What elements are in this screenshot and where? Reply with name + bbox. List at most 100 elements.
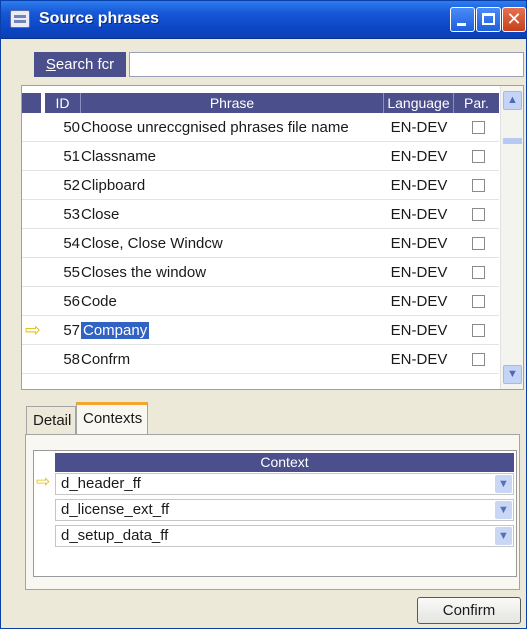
search-label-hotkey: S	[45, 56, 56, 73]
context-select[interactable]: d_setup_data_ff ▼	[55, 525, 514, 547]
current-row-arrow-icon: ⇨	[36, 472, 51, 491]
context-select[interactable]: d_header_ff ▼	[55, 473, 514, 495]
minimize-icon	[457, 23, 466, 26]
cell-par	[454, 172, 499, 200]
cell-language: EN-DEV	[390, 322, 448, 339]
confirm-button[interactable]: Confirm	[417, 597, 521, 624]
cell-id: 52	[63, 177, 80, 194]
row-indicator	[22, 230, 58, 258]
maximize-button[interactable]	[476, 7, 501, 32]
row-indicator	[22, 201, 58, 229]
context-value: d_license_ext_ff	[61, 501, 170, 518]
row-indicator: ⇨	[22, 317, 58, 345]
cell-id: 54	[63, 235, 80, 252]
par-checkbox[interactable]	[472, 121, 485, 134]
chevron-down-icon: ▼	[507, 368, 518, 380]
minimize-button[interactable]	[450, 7, 475, 32]
table-row-selected[interactable]: ⇨ 57 Company EN-DEV	[22, 317, 499, 345]
dropdown-button[interactable]: ▼	[495, 527, 512, 545]
cell-phrase: Choose unreccgnised phrases file name	[81, 119, 349, 136]
cell-id: 53	[63, 206, 80, 223]
vertical-scrollbar[interactable]: ▲ ▼	[500, 86, 523, 389]
par-checkbox[interactable]	[472, 353, 485, 366]
cell-language: EN-DEV	[390, 235, 448, 252]
search-label: Search fcr	[34, 52, 126, 77]
par-checkbox[interactable]	[472, 150, 485, 163]
cell-id: 56	[63, 293, 80, 310]
title-bar[interactable]: Source phrases ✕	[1, 1, 526, 39]
selected-phrase-text[interactable]: Company	[81, 322, 150, 339]
source-phrases-window: Source phrases ✕ Search fcr ID Phrase La…	[0, 0, 527, 629]
column-header-id[interactable]: ID	[45, 93, 81, 113]
cell-par	[454, 317, 499, 345]
par-checkbox[interactable]	[472, 208, 485, 221]
table-row[interactable]: 53 Close EN-DEV	[22, 201, 499, 229]
table-row[interactable]: 50 Choose unreccgnised phrases file name…	[22, 114, 499, 142]
search-input[interactable]	[129, 52, 524, 77]
search-row: Search fcr	[34, 52, 524, 77]
column-header-context[interactable]: Context	[55, 453, 514, 472]
context-row[interactable]: ⇨ d_header_ff ▼	[34, 471, 516, 497]
table-row[interactable]: 58 Confrm EN-DEV	[22, 346, 499, 374]
column-header-par[interactable]: Par.	[454, 93, 499, 113]
column-header-phrase[interactable]: Phrase	[81, 93, 384, 113]
cell-language: EN-DEV	[390, 206, 448, 223]
dropdown-button[interactable]: ▼	[495, 501, 512, 519]
row-indicator	[22, 346, 58, 374]
cell-par	[454, 143, 499, 171]
par-checkbox[interactable]	[472, 324, 485, 337]
par-checkbox[interactable]	[472, 295, 485, 308]
close-button[interactable]: ✕	[502, 7, 526, 32]
cell-id: 58	[63, 351, 80, 368]
cell-phrase: Clipboard	[81, 177, 146, 194]
context-row[interactable]: d_license_ext_ff ▼	[34, 497, 516, 523]
cell-phrase: Close	[81, 206, 120, 223]
table-row[interactable]: 54 Close, Close Windcw EN-DEV	[22, 230, 499, 258]
table-row[interactable]: 55 Closes the window EN-DEV	[22, 259, 499, 287]
table-row[interactable]: 52 Clipboard EN-DEV	[22, 172, 499, 200]
cell-id: 50	[63, 119, 80, 136]
maximize-icon	[482, 13, 495, 25]
phrases-grid-header: ID Phrase Language Par.	[22, 93, 499, 113]
cell-id: 55	[63, 264, 80, 281]
cell-par	[454, 259, 499, 287]
close-icon: ✕	[506, 9, 522, 29]
app-window-icon[interactable]	[10, 10, 30, 28]
chevron-up-icon: ▲	[507, 94, 518, 106]
cell-language: EN-DEV	[390, 119, 448, 136]
context-value: d_header_ff	[61, 475, 141, 492]
par-checkbox[interactable]	[472, 237, 485, 250]
row-indicator	[22, 259, 58, 287]
tab-contexts[interactable]: Contexts	[76, 402, 148, 435]
context-row[interactable]: d_setup_data_ff ▼	[34, 523, 516, 549]
cell-phrase: Classname	[81, 148, 157, 165]
table-row[interactable]: 51 Classname EN-DEV	[22, 143, 499, 171]
scroll-thumb[interactable]	[503, 138, 522, 144]
context-select[interactable]: d_license_ext_ff ▼	[55, 499, 514, 521]
chevron-down-icon: ▼	[498, 478, 509, 490]
search-label-text: earch fcr	[55, 56, 115, 73]
current-row-arrow-icon: ⇨	[25, 320, 41, 341]
par-checkbox[interactable]	[472, 266, 485, 279]
row-indicator	[22, 143, 58, 171]
contexts-grid[interactable]: Context ⇨ d_header_ff ▼ d_license_ext_ff…	[33, 450, 517, 577]
cell-language: EN-DEV	[390, 293, 448, 310]
scroll-up-button[interactable]: ▲	[503, 91, 522, 110]
row-indicator	[22, 172, 58, 200]
phrases-grid[interactable]: ID Phrase Language Par. 50 Choose unrecc…	[21, 85, 524, 390]
tab-detail[interactable]: Detail	[26, 406, 76, 435]
cell-par	[454, 201, 499, 229]
cell-par	[454, 114, 499, 142]
dropdown-button[interactable]: ▼	[495, 475, 512, 493]
par-checkbox[interactable]	[472, 179, 485, 192]
cell-phrase: Confrm	[81, 351, 131, 368]
column-header-language[interactable]: Language	[384, 93, 454, 113]
scroll-down-button[interactable]: ▼	[503, 365, 522, 384]
cell-par	[454, 346, 499, 374]
cell-id: 57	[63, 322, 80, 339]
row-indicator-header	[22, 93, 42, 113]
table-row[interactable]: 56 Code EN-DEV	[22, 288, 499, 316]
cell-phrase: Closes the window	[81, 264, 207, 281]
cell-language: EN-DEV	[390, 351, 448, 368]
cell-id: 51	[63, 148, 80, 165]
